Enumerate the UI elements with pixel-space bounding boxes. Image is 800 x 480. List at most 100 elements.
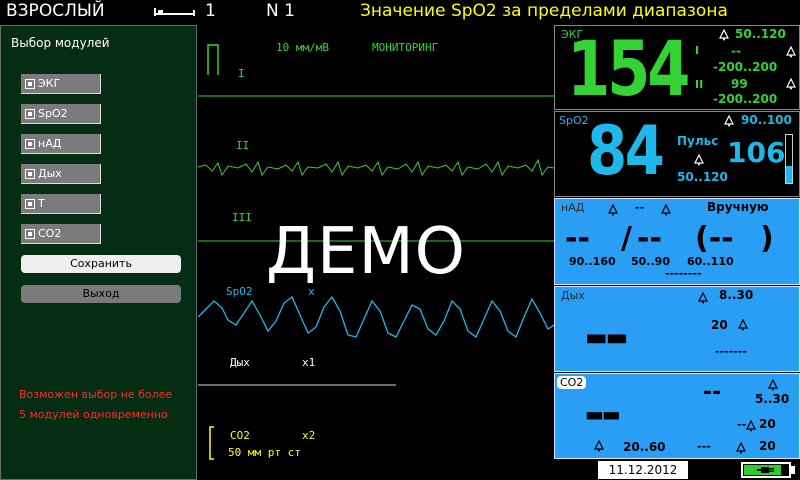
hr-limits: 50..120 [735, 27, 786, 41]
alarm-bell-icon [746, 420, 756, 432]
spo2-parameter-panel[interactable]: SpO2 84 90..100 Пульс 106 50..120 [554, 111, 800, 197]
checkbox-icon [25, 78, 35, 89]
st1-label: I [695, 44, 700, 57]
co2-gain-label[interactable]: x2 [302, 429, 315, 442]
resp-apnea: 20 [711, 318, 728, 332]
alarm-bell-icon [719, 29, 729, 41]
alarm-bell-icon [698, 292, 708, 304]
st1-limits: -200..200 [713, 60, 778, 74]
spo2-value: 84 [587, 112, 665, 191]
nibp-map-value: (-- [695, 221, 734, 256]
pulse-label: Пульс [677, 134, 719, 148]
menu-note-line2: 5 модулей одновременно [19, 408, 168, 421]
spo2-limits: 90..100 [741, 113, 792, 127]
ecg-lead2-trace [198, 158, 554, 177]
perfusion-bar-fill [786, 166, 792, 183]
alarm-bell-icon [738, 319, 748, 331]
co2-scale-label[interactable]: 50 мм рт ст [228, 446, 301, 459]
resp-wave-label[interactable]: Дых [230, 356, 250, 369]
co2-value: ▬▬ [585, 402, 621, 426]
checkbox-icon [25, 108, 35, 119]
resp-value: ▬▬ [585, 323, 628, 351]
nibp-sys-value: -- [565, 221, 590, 256]
co2-value-dash: -- [703, 380, 722, 405]
patient-mode[interactable]: ВЗРОСЛЫЙ [6, 1, 105, 21]
ecg-lead2-label[interactable]: II [236, 139, 249, 152]
co2-resp-limits: 20..60 [623, 440, 666, 454]
ecg-lead3-label[interactable]: III [232, 211, 252, 224]
battery-tip [791, 466, 795, 474]
power-plug-icon [757, 467, 774, 473]
resp-panel-label: Дых [561, 289, 585, 302]
resp-gain-label[interactable]: x1 [302, 356, 315, 369]
spo2-panel-label: SpO2 [559, 114, 589, 127]
heart-rate-value: 154 [567, 24, 691, 113]
alarm-bell-icon [786, 78, 796, 90]
resp-dashes: ------- [715, 345, 747, 358]
resp-parameter-panel[interactable]: Дых 8..30 ▬▬ 20 ------- [554, 286, 800, 372]
pulse-value: 106 [727, 136, 786, 169]
co2-resp-dash: --- [697, 440, 711, 453]
perfusion-bar [785, 134, 793, 184]
st1-value: -- [731, 44, 741, 58]
checkbox-icon [25, 228, 35, 239]
co2-parameter-panel[interactable]: CO2 -- 5..30 ▬▬ -- 20 20..60 --- 20 [554, 373, 800, 459]
co2-calibration-mark [209, 426, 214, 460]
alarm-bell-icon [786, 46, 796, 58]
nibp-slash: / [621, 221, 632, 256]
co2-resp-value: 20 [759, 439, 776, 453]
network-id: N 1 [266, 1, 295, 21]
co2-fi-value: 20 [759, 417, 776, 431]
ecg-calibration-mark [207, 44, 219, 75]
co2-panel-label: CO2 [557, 376, 587, 389]
alarm-message: Значение SpO2 за пределами диапазона [360, 1, 728, 21]
checkbox-icon [25, 138, 35, 149]
module-nibp-checkbox[interactable]: нАД [21, 134, 101, 154]
spo2-wave-label[interactable]: SpO2 [226, 285, 253, 298]
nibp-mode-value: -- [635, 201, 645, 214]
module-co2-checkbox[interactable]: CO2 [21, 224, 101, 244]
demo-watermark: ДЕМО [266, 215, 467, 289]
battery-icon [741, 462, 791, 478]
alarm-bell-icon [594, 440, 604, 452]
alarm-bell-icon [736, 442, 746, 454]
alarm-bell-icon [768, 379, 778, 391]
spo2-pleth-trace [198, 295, 554, 339]
top-status-bar: ВЗРОСЛЫЙ 1 N 1 Значение SpO2 за пределам… [0, 0, 800, 24]
st2-label: II [695, 78, 704, 91]
resp-limits: 8..30 [719, 288, 754, 302]
nibp-parameter-panel[interactable]: нАД -- Вручную -- / -- (-- ) 90..160 50.… [554, 198, 800, 285]
st2-limits: -200..200 [713, 92, 778, 106]
waveform-area: 10 мм/мВ МОНИТОРИНГ I II III SpO2 x Дых … [198, 25, 554, 480]
checkbox-icon [25, 168, 35, 179]
checkbox-icon [25, 198, 35, 209]
alarm-bell-icon [724, 115, 734, 127]
ecg-lead1-label[interactable]: I [238, 67, 245, 80]
pulse-limits: 50..120 [677, 170, 728, 184]
ecg-parameter-panel[interactable]: ЭКГ 154 50..120 I -- -200..200 II 99 -20… [554, 24, 800, 113]
exit-button[interactable]: Выход [21, 285, 181, 303]
ecg-mode-label[interactable]: МОНИТОРИНГ [372, 41, 438, 54]
alarm-bell-icon [694, 154, 704, 166]
bed-number: 1 [205, 1, 216, 21]
nibp-mode[interactable]: Вручную [707, 200, 769, 214]
save-button[interactable]: Сохранить [21, 255, 181, 273]
nibp-map-close: ) [760, 221, 774, 256]
menu-note-line1: Возможен выбор не более [19, 388, 173, 401]
alarm-bell-icon [661, 204, 671, 216]
nibp-sys-limits: 90..160 [569, 255, 616, 268]
module-selection-menu: Выбор модулей ЭКГ SpO2 нАД Дых T CO2 Сох… [0, 25, 197, 480]
alarm-bell-icon [608, 204, 618, 216]
menu-title: Выбор модулей [11, 36, 110, 50]
co2-et-limits: 5..30 [755, 392, 790, 406]
module-temp-checkbox[interactable]: T [21, 194, 101, 214]
module-ecg-checkbox[interactable]: ЭКГ [21, 74, 101, 94]
module-resp-checkbox[interactable]: Дых [21, 164, 101, 184]
nibp-panel-label: нАД [561, 201, 585, 214]
ecg-scale-label[interactable]: 10 мм/мВ [276, 41, 329, 54]
nibp-time: -------- [665, 267, 702, 280]
date-display: 11.12.2012 [598, 461, 688, 479]
module-spo2-checkbox[interactable]: SpO2 [21, 104, 101, 124]
co2-wave-label[interactable]: CO2 [230, 429, 250, 442]
patient-bed-icon [154, 8, 195, 16]
